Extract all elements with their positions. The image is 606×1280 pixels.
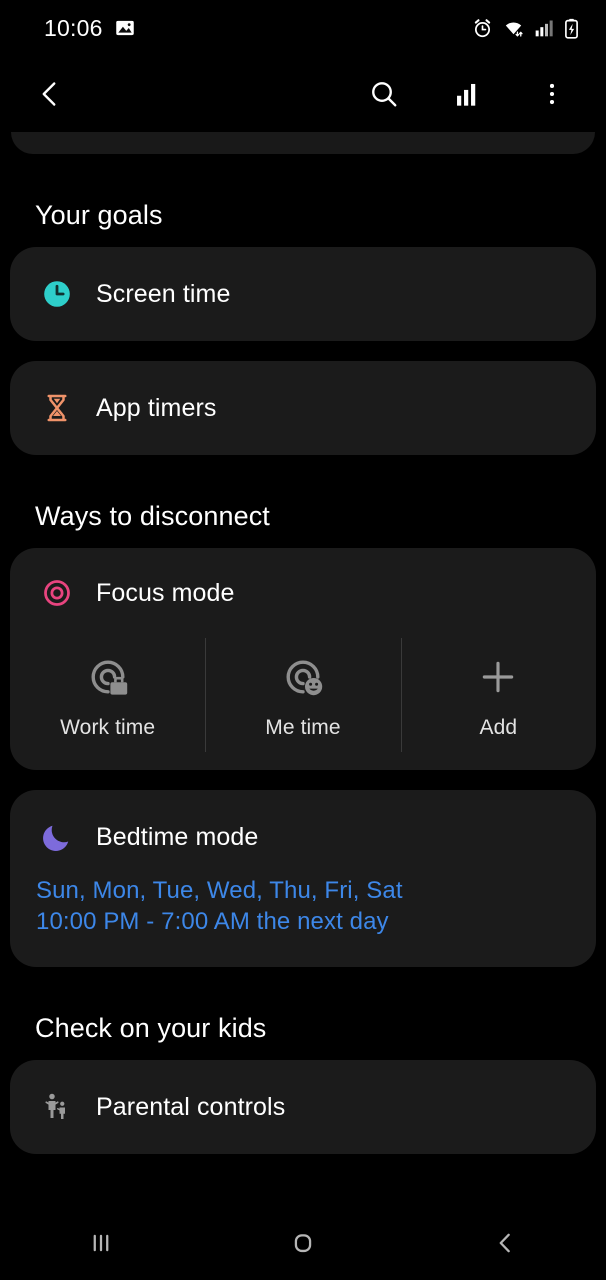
list-item-app-timers[interactable]: App timers xyxy=(10,361,596,455)
recents-button[interactable] xyxy=(56,1213,146,1273)
card-screen-time[interactable]: Screen time xyxy=(10,247,596,341)
bedtime-days: Sun, Mon, Tue, Wed, Thu, Fri, Sat xyxy=(36,877,403,904)
more-options-icon[interactable] xyxy=(532,74,572,114)
bedtime-schedule: Sun, Mon, Tue, Wed, Thu, Fri, Sat 10:00 … xyxy=(36,876,570,937)
usage-chart-icon[interactable] xyxy=(448,74,488,114)
list-item-label: Screen time xyxy=(96,279,231,308)
parent-child-icon xyxy=(36,1092,78,1122)
focus-work-icon xyxy=(84,650,132,704)
clock-icon xyxy=(36,278,78,310)
focus-mode-options: Work time Me time Add xyxy=(10,638,596,752)
bedtime-mode-label: Bedtime mode xyxy=(96,822,259,851)
hourglass-icon xyxy=(36,393,78,423)
alarm-icon xyxy=(472,18,493,39)
focus-option-add[interactable]: Add xyxy=(400,638,596,752)
card-bedtime-mode[interactable]: Bedtime mode Sun, Mon, Tue, Wed, Thu, Fr… xyxy=(10,790,596,968)
phone-screen: 10:06 Your goals Screen time App timers … xyxy=(0,0,606,1280)
scroll-content: Your goals Screen time App timers Ways t… xyxy=(0,132,606,1155)
plus-icon xyxy=(477,650,519,704)
back-button[interactable] xyxy=(460,1213,550,1273)
focus-option-label: Me time xyxy=(265,716,341,739)
card-parental-controls[interactable]: Parental controls xyxy=(10,1060,596,1155)
system-navigation-bar xyxy=(0,1206,606,1280)
section-title-goals: Your goals xyxy=(35,200,163,230)
wifi-icon xyxy=(502,18,525,39)
previous-card-partial[interactable] xyxy=(11,132,595,154)
moon-icon xyxy=(36,821,78,853)
search-icon[interactable] xyxy=(364,74,404,114)
list-item-label: App timers xyxy=(96,393,217,422)
focus-option-work-time[interactable]: Work time xyxy=(10,644,205,744)
focus-mode-label: Focus mode xyxy=(96,578,235,607)
battery-charging-icon xyxy=(563,18,580,39)
bedtime-mode-header[interactable]: Bedtime mode xyxy=(36,812,570,862)
bedtime-time: 10:00 PM - 7:00 AM the next day xyxy=(36,907,389,935)
image-icon xyxy=(115,18,135,38)
app-toolbar xyxy=(0,56,606,132)
focus-option-me-time[interactable]: Me time xyxy=(205,638,400,752)
target-icon xyxy=(36,578,78,608)
focus-me-icon xyxy=(279,650,327,704)
card-app-timers[interactable]: App timers xyxy=(10,361,596,455)
status-bar: 10:06 xyxy=(0,0,606,56)
focus-option-label: Add xyxy=(479,716,518,739)
status-bar-clock: 10:06 xyxy=(44,14,103,41)
home-button[interactable] xyxy=(258,1213,348,1273)
status-bar-left: 10:06 xyxy=(44,15,135,42)
section-title-disconnect: Ways to disconnect xyxy=(35,501,270,531)
list-item-parental-controls[interactable]: Parental controls xyxy=(10,1060,596,1154)
toolbar-actions xyxy=(364,74,572,114)
focus-option-label: Work time xyxy=(60,716,156,739)
list-item-screen-time[interactable]: Screen time xyxy=(10,247,596,341)
section-title-kids: Check on your kids xyxy=(35,1013,267,1044)
list-item-label: Parental controls xyxy=(96,1092,286,1121)
signal-bars-icon xyxy=(534,18,554,38)
back-icon[interactable] xyxy=(30,74,70,114)
card-focus-mode[interactable]: Focus mode Work time Me time Add xyxy=(10,548,596,770)
focus-mode-header[interactable]: Focus mode xyxy=(10,570,596,616)
status-bar-right xyxy=(472,18,580,39)
